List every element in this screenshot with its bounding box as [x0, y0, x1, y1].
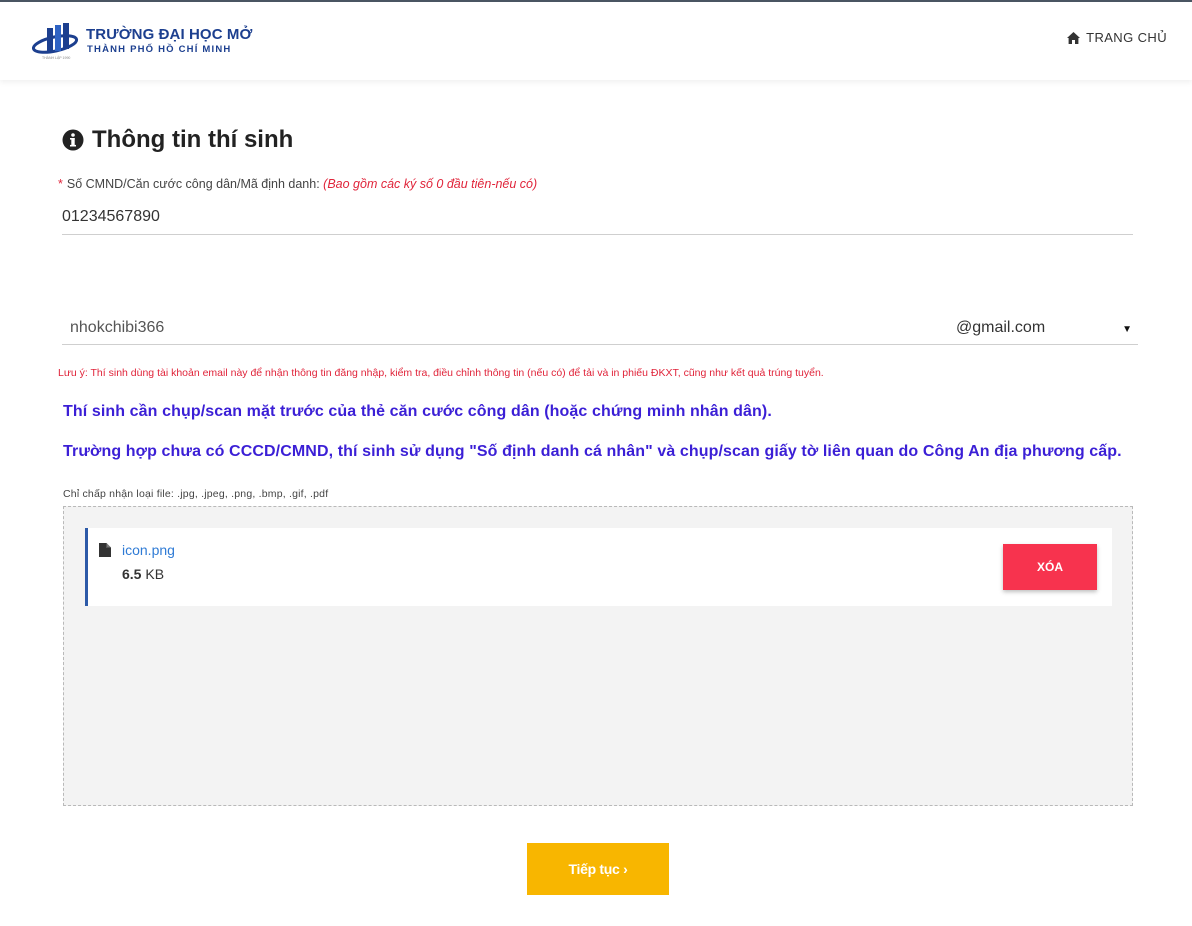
id-number-hint: (Bao gồm các ký số 0 đầu tiên-nếu có) — [323, 177, 538, 191]
email-username-input[interactable] — [62, 312, 942, 345]
top-navbar: TRƯỜNG ĐẠI HỌC MỞ THÀNH PHỐ HỒ CHÍ MINH … — [0, 0, 1192, 80]
page-title-text: Thông tin thí sinh — [92, 126, 294, 153]
upload-instruction-1: Thí sinh cần chụp/scan mặt trước của thẻ… — [63, 403, 772, 420]
logo-subtitle: THÀNH PHỐ HỒ CHÍ MINH — [87, 44, 232, 55]
email-note: Lưu ý: Thí sinh dùng tài khoản email này… — [58, 367, 824, 379]
home-icon — [1067, 31, 1081, 44]
uploaded-file-item: icon.png 6.5 KB XÓA — [85, 528, 1112, 606]
file-icon — [99, 543, 111, 557]
file-name-link[interactable]: icon.png — [122, 542, 175, 558]
nav-home-label: TRANG CHỦ — [1086, 30, 1167, 45]
file-size-value: 6.5 — [122, 566, 142, 582]
delete-file-button[interactable]: XÓA — [1003, 544, 1097, 590]
file-size: 6.5 KB — [122, 566, 164, 582]
nav-home-link[interactable]: TRANG CHỦ — [1067, 30, 1167, 45]
logo-title: TRƯỜNG ĐẠI HỌC MỞ — [86, 26, 253, 43]
caret-down-icon: ▼ — [1122, 324, 1132, 335]
file-dropzone[interactable]: icon.png 6.5 KB XÓA — [63, 506, 1133, 806]
id-number-label-text: Số CMND/Căn cước công dân/Mã định danh: — [66, 177, 320, 191]
upload-instruction-2: Trường hợp chưa có CCCD/CMND, thí sinh s… — [63, 443, 1122, 460]
info-circle-icon — [62, 129, 84, 151]
id-number-label: * Số CMND/Căn cước công dân/Mã định danh:… — [58, 177, 537, 191]
email-domain-select[interactable]: @gmail.com ▼ — [942, 312, 1138, 345]
logo-tagline: THÀNH LẬP 1990 — [42, 56, 71, 60]
continue-button[interactable]: Tiếp tục › — [527, 843, 669, 895]
file-size-unit: KB — [145, 566, 165, 582]
university-logo[interactable]: TRƯỜNG ĐẠI HỌC MỞ THÀNH PHỐ HỒ CHÍ MINH … — [32, 20, 252, 66]
required-mark: * — [58, 177, 63, 191]
accepted-file-types: Chỉ chấp nhận loại file: .jpg, .jpeg, .p… — [63, 488, 329, 500]
email-domain-value: @gmail.com — [956, 319, 1046, 336]
id-number-input[interactable] — [62, 200, 1133, 235]
page-title: Thông tin thí sinh — [62, 126, 293, 154]
